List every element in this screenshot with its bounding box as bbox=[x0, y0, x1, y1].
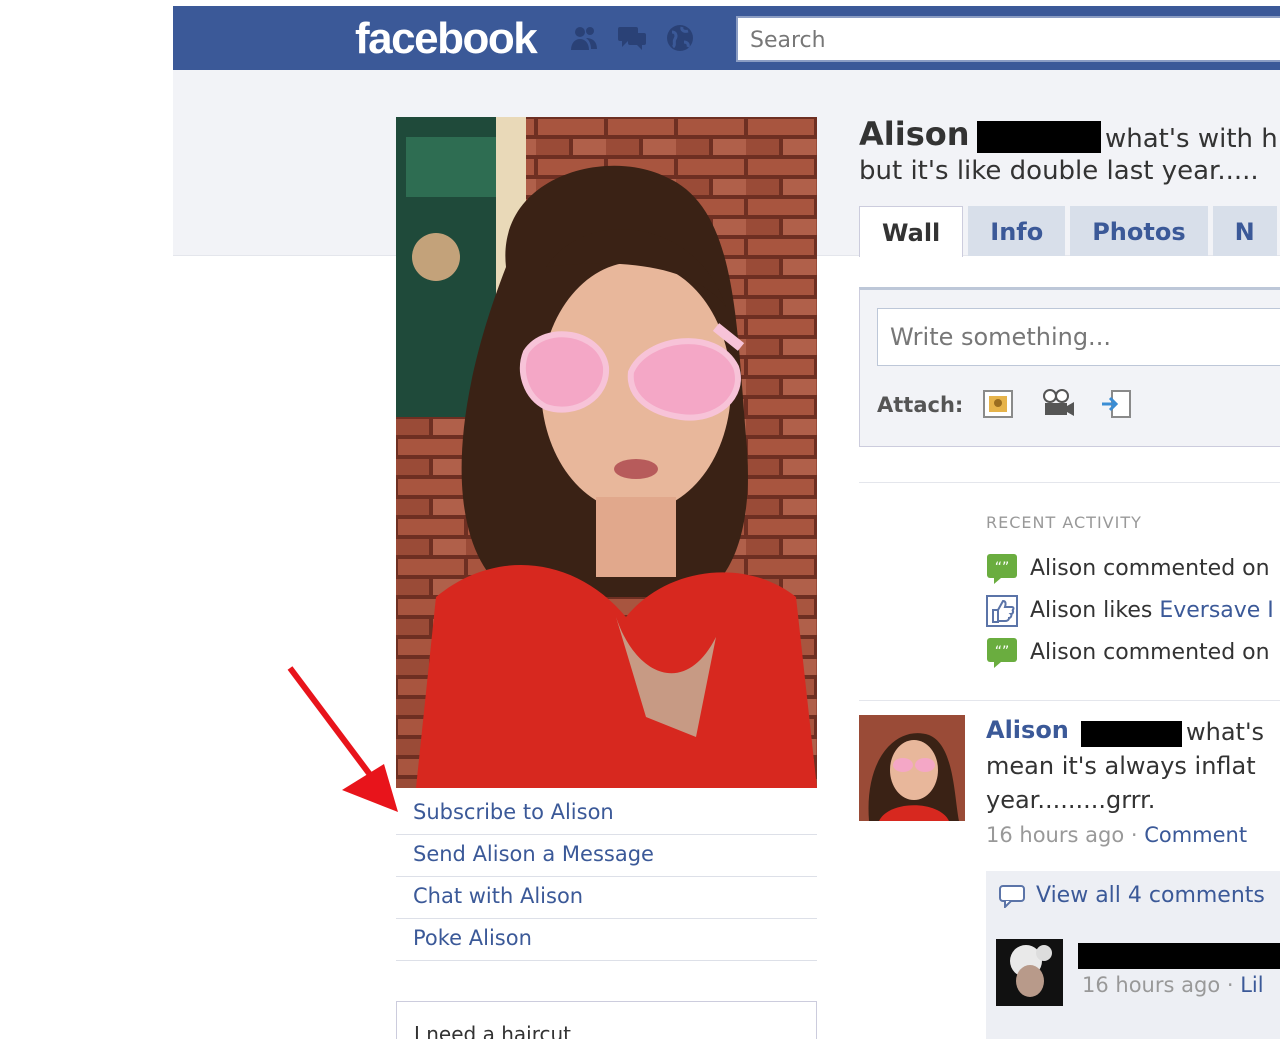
activity-text: Alison likes Eversave I bbox=[1030, 598, 1274, 623]
post-text-line3: year.........grrr. bbox=[986, 786, 1156, 814]
recent-activity-heading: RECENT ACTIVITY bbox=[986, 513, 1142, 532]
meta-separator: · bbox=[1124, 823, 1145, 847]
activity-text: Alison commented on bbox=[1030, 640, 1270, 665]
comments-section: View all 4 comments 16 hours ago · Lil bbox=[986, 871, 1280, 1039]
eversave-link[interactable]: Eversave I bbox=[1159, 598, 1273, 623]
search-input[interactable]: Search bbox=[736, 16, 1280, 62]
activity-text-main: Alison likes bbox=[1030, 598, 1160, 623]
post-meta: 16 hours ago · Comment bbox=[986, 823, 1247, 847]
status-text-line2: but it's like double last year..... bbox=[859, 156, 1259, 186]
notifications-icon[interactable] bbox=[664, 22, 696, 54]
write-something-input[interactable]: Write something... bbox=[877, 308, 1280, 366]
subscribe-link[interactable]: Subscribe to Alison bbox=[396, 793, 817, 835]
section-divider bbox=[859, 482, 1280, 483]
friends-icon[interactable] bbox=[568, 22, 600, 54]
tab-wall[interactable]: Wall bbox=[859, 206, 964, 257]
wall-composer: Write something... Attach: bbox=[859, 287, 1280, 447]
bio-box: I need a haircut bbox=[396, 1001, 817, 1039]
commenter-avatar[interactable] bbox=[996, 939, 1063, 1006]
tab-photos[interactable]: Photos bbox=[1070, 206, 1208, 256]
search-placeholder: Search bbox=[750, 28, 826, 53]
link-icon[interactable] bbox=[1100, 387, 1136, 421]
facebook-logo[interactable]: facebook bbox=[355, 14, 538, 64]
activity-text: Alison commented on bbox=[1030, 556, 1270, 581]
view-all-comments-link[interactable]: View all 4 comments bbox=[998, 883, 1265, 908]
status-text-line1: what's with h bbox=[1105, 124, 1278, 154]
post-author-name[interactable]: Alison bbox=[986, 716, 1069, 744]
meta-separator: · bbox=[1220, 973, 1241, 997]
messages-icon[interactable] bbox=[616, 22, 648, 54]
comment-link[interactable]: Comment bbox=[1144, 823, 1247, 847]
like-icon bbox=[986, 595, 1018, 627]
profile-name-line: Alison bbox=[859, 115, 970, 153]
comment-like-link[interactable]: Lil bbox=[1240, 973, 1263, 997]
comment-icon: “” bbox=[987, 554, 1017, 584]
photo-icon[interactable] bbox=[980, 387, 1016, 421]
view-all-comments-label: View all 4 comments bbox=[1036, 883, 1265, 908]
jewel-icons bbox=[568, 22, 696, 54]
comments-bubble-icon bbox=[999, 885, 1025, 908]
send-message-link[interactable]: Send Alison a Message bbox=[396, 835, 817, 877]
post-author-avatar[interactable] bbox=[859, 715, 965, 821]
post-text-line1: what's bbox=[1186, 718, 1265, 746]
tab-info[interactable]: Info bbox=[968, 206, 1066, 256]
chat-link[interactable]: Chat with Alison bbox=[396, 877, 817, 919]
profile-tabs: Wall Info Photos N bbox=[859, 206, 1277, 257]
top-navigation-bar: facebook Search bbox=[173, 6, 1280, 70]
post-timestamp[interactable]: 16 hours ago bbox=[986, 823, 1124, 847]
svg-text:“”: “” bbox=[995, 644, 1010, 660]
poke-link[interactable]: Poke Alison bbox=[396, 919, 817, 961]
comment-icon: “” bbox=[987, 638, 1017, 668]
composer-placeholder: Write something... bbox=[890, 323, 1111, 351]
comment-meta: 16 hours ago · Lil bbox=[1082, 973, 1264, 997]
profile-picture[interactable] bbox=[396, 117, 817, 788]
redaction-bar bbox=[977, 121, 1101, 153]
bio-text: I need a haircut bbox=[414, 1022, 571, 1039]
section-divider bbox=[859, 700, 1280, 701]
comment-timestamp[interactable]: 16 hours ago bbox=[1082, 973, 1220, 997]
redaction-bar bbox=[1081, 721, 1182, 747]
post-text-line2: mean it's always inflat bbox=[986, 752, 1256, 780]
video-icon[interactable] bbox=[1040, 387, 1076, 421]
svg-text:“”: “” bbox=[995, 560, 1010, 576]
profile-actions: Subscribe to Alison Send Alison a Messag… bbox=[396, 793, 817, 961]
profile-name: Alison bbox=[859, 115, 970, 153]
tab-more[interactable]: N bbox=[1212, 206, 1277, 256]
attach-label: Attach: bbox=[877, 393, 964, 417]
redaction-bar bbox=[1078, 943, 1280, 969]
